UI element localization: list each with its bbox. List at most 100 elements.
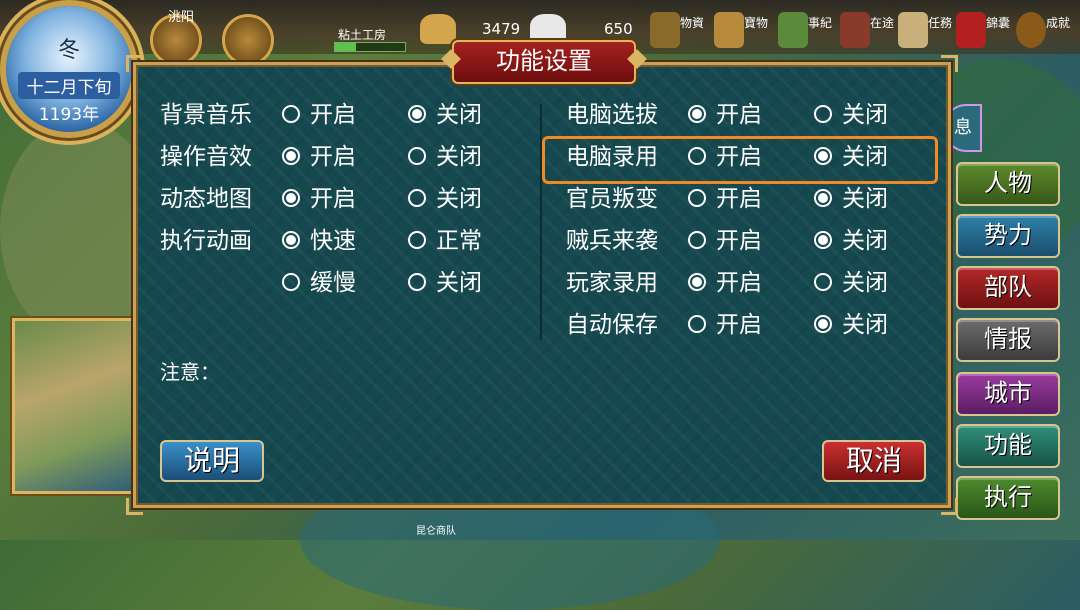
- radio-selected-icon[interactable]: [282, 146, 300, 165]
- right-setting-label: 电脑选拔: [566, 102, 658, 128]
- corner-ornament: [941, 55, 958, 72]
- radio-selected-icon[interactable]: [814, 314, 832, 333]
- minimap[interactable]: [12, 318, 136, 494]
- option-label: 关闭: [842, 144, 888, 170]
- gold-value: 3479: [482, 20, 521, 38]
- radio-unselected-icon[interactable]: [688, 314, 706, 333]
- option-label: 开启: [716, 144, 762, 170]
- right-setting-option[interactable]: 开启: [688, 181, 762, 217]
- cancel-button[interactable]: 取消: [822, 440, 926, 482]
- side-button-troops[interactable]: 部队: [956, 266, 1060, 310]
- radio-unselected-icon[interactable]: [408, 146, 426, 165]
- left-setting-option[interactable]: 正常: [408, 223, 482, 259]
- left-setting-option[interactable]: 关闭: [408, 139, 482, 175]
- radio-unselected-icon[interactable]: [688, 230, 706, 249]
- achievement-icon: [1016, 12, 1046, 48]
- corner-ornament: [126, 498, 143, 515]
- side-button-cities[interactable]: 城市: [956, 372, 1060, 416]
- option-label: 开启: [716, 186, 762, 212]
- right-setting-option[interactable]: 开启: [688, 139, 762, 175]
- right-setting-option[interactable]: 关闭: [814, 265, 888, 301]
- note-label: 注意：: [160, 360, 220, 384]
- radio-unselected-icon[interactable]: [408, 230, 426, 249]
- right-setting-option[interactable]: 关闭: [814, 181, 888, 217]
- left-setting-option[interactable]: 开启: [282, 139, 356, 175]
- menu-goods[interactable]: 物資: [648, 6, 704, 52]
- left-setting-option[interactable]: 缓慢: [282, 265, 356, 301]
- left-setting-option[interactable]: 关闭: [408, 181, 482, 217]
- left-setting-option[interactable]: 开启: [282, 181, 356, 217]
- radio-selected-icon[interactable]: [814, 188, 832, 207]
- radio-selected-icon[interactable]: [814, 146, 832, 165]
- right-setting-label: 官员叛变: [566, 186, 658, 212]
- radio-selected-icon[interactable]: [408, 104, 426, 123]
- side-button-forces[interactable]: 势力: [956, 214, 1060, 258]
- menu-transit[interactable]: 在途: [838, 6, 894, 52]
- option-label: 开启: [310, 186, 356, 212]
- option-label: 关闭: [842, 102, 888, 128]
- corner-ornament: [126, 55, 143, 72]
- side-button-characters[interactable]: 人物: [956, 162, 1060, 206]
- right-setting-option[interactable]: 开启: [688, 307, 762, 343]
- goods-icon: [650, 12, 680, 48]
- right-setting-option[interactable]: 关闭: [814, 223, 888, 259]
- radio-selected-icon[interactable]: [688, 272, 706, 291]
- radio-unselected-icon[interactable]: [408, 188, 426, 207]
- left-setting-option[interactable]: 关闭: [408, 265, 482, 301]
- radio-unselected-icon[interactable]: [688, 146, 706, 165]
- radio-unselected-icon[interactable]: [814, 272, 832, 291]
- left-setting-option[interactable]: 开启: [282, 97, 356, 133]
- option-label: 关闭: [842, 270, 888, 296]
- option-label: 关闭: [842, 228, 888, 254]
- left-setting-option[interactable]: 关闭: [408, 97, 482, 133]
- option-label: 关闭: [436, 270, 482, 296]
- radio-unselected-icon[interactable]: [282, 104, 300, 123]
- radio-unselected-icon[interactable]: [408, 272, 426, 291]
- option-label: 关闭: [842, 312, 888, 338]
- radio-unselected-icon[interactable]: [688, 188, 706, 207]
- menu-chronicle[interactable]: 事紀: [776, 6, 832, 52]
- army-avatar[interactable]: [222, 14, 274, 66]
- right-setting-label: 电脑录用: [566, 144, 658, 170]
- menu-brocade-bag[interactable]: 錦囊: [954, 6, 1010, 52]
- option-label: 关闭: [436, 186, 482, 212]
- right-setting-option[interactable]: 开启: [688, 97, 762, 133]
- option-label: 关闭: [842, 186, 888, 212]
- option-label: 开启: [310, 102, 356, 128]
- radio-selected-icon[interactable]: [282, 188, 300, 207]
- menu-achievement[interactable]: 成就: [1014, 6, 1070, 52]
- side-button-execute[interactable]: 执行: [956, 476, 1060, 520]
- corner-ornament: [941, 498, 958, 515]
- left-setting-option[interactable]: 快速: [282, 223, 356, 259]
- left-setting-label: 动态地图: [160, 186, 252, 212]
- radio-selected-icon[interactable]: [688, 104, 706, 123]
- option-label: 缓慢: [310, 270, 356, 296]
- chronicle-icon: [778, 12, 808, 48]
- option-label: 开启: [716, 270, 762, 296]
- side-button-functions[interactable]: 功能: [956, 424, 1060, 468]
- right-setting-option[interactable]: 关闭: [814, 307, 888, 343]
- right-setting-option[interactable]: 开启: [688, 265, 762, 301]
- help-button[interactable]: 说明: [160, 440, 264, 482]
- left-setting-label: 执行动画: [160, 228, 252, 254]
- caravan-label: 昆仑商队: [416, 526, 456, 537]
- right-setting-option[interactable]: 关闭: [814, 139, 888, 175]
- radio-unselected-icon[interactable]: [282, 272, 300, 291]
- menu-task[interactable]: 任務: [896, 6, 952, 52]
- right-setting-option[interactable]: 开启: [688, 223, 762, 259]
- radio-unselected-icon[interactable]: [814, 104, 832, 123]
- option-label: 正常: [436, 228, 482, 254]
- season-date-disc[interactable]: 冬 十二月下旬 1193年: [6, 6, 132, 132]
- year-label: 1193年: [38, 105, 100, 125]
- city-name: 洮阳: [168, 10, 195, 25]
- menu-treasure[interactable]: 寶物: [712, 6, 768, 52]
- radio-selected-icon[interactable]: [814, 230, 832, 249]
- side-button-intel[interactable]: 情报: [956, 318, 1060, 362]
- transit-icon: [840, 12, 870, 48]
- right-setting-option[interactable]: 关闭: [814, 97, 888, 133]
- radio-selected-icon[interactable]: [282, 230, 300, 249]
- option-label: 开启: [310, 144, 356, 170]
- date-label: 十二月下旬: [18, 72, 120, 99]
- dialog-title: 功能设置: [452, 40, 636, 84]
- building-progress-bar: [334, 42, 406, 52]
